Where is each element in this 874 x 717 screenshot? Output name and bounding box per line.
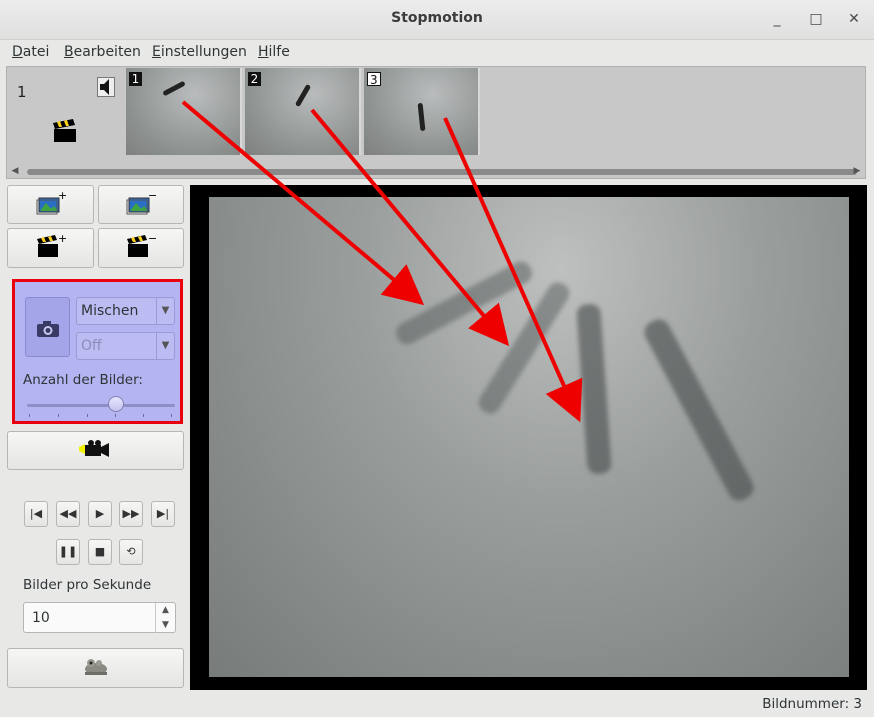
- status-bar: Bildnummer: 3: [0, 692, 874, 717]
- arrow-frame-3: [443, 117, 583, 423]
- annotation-arrows: [181, 100, 583, 423]
- arrow-frame-2: [310, 108, 510, 347]
- frame-number-status: Bildnummer: 3: [762, 696, 862, 712]
- arrow-frame-1: [181, 100, 425, 306]
